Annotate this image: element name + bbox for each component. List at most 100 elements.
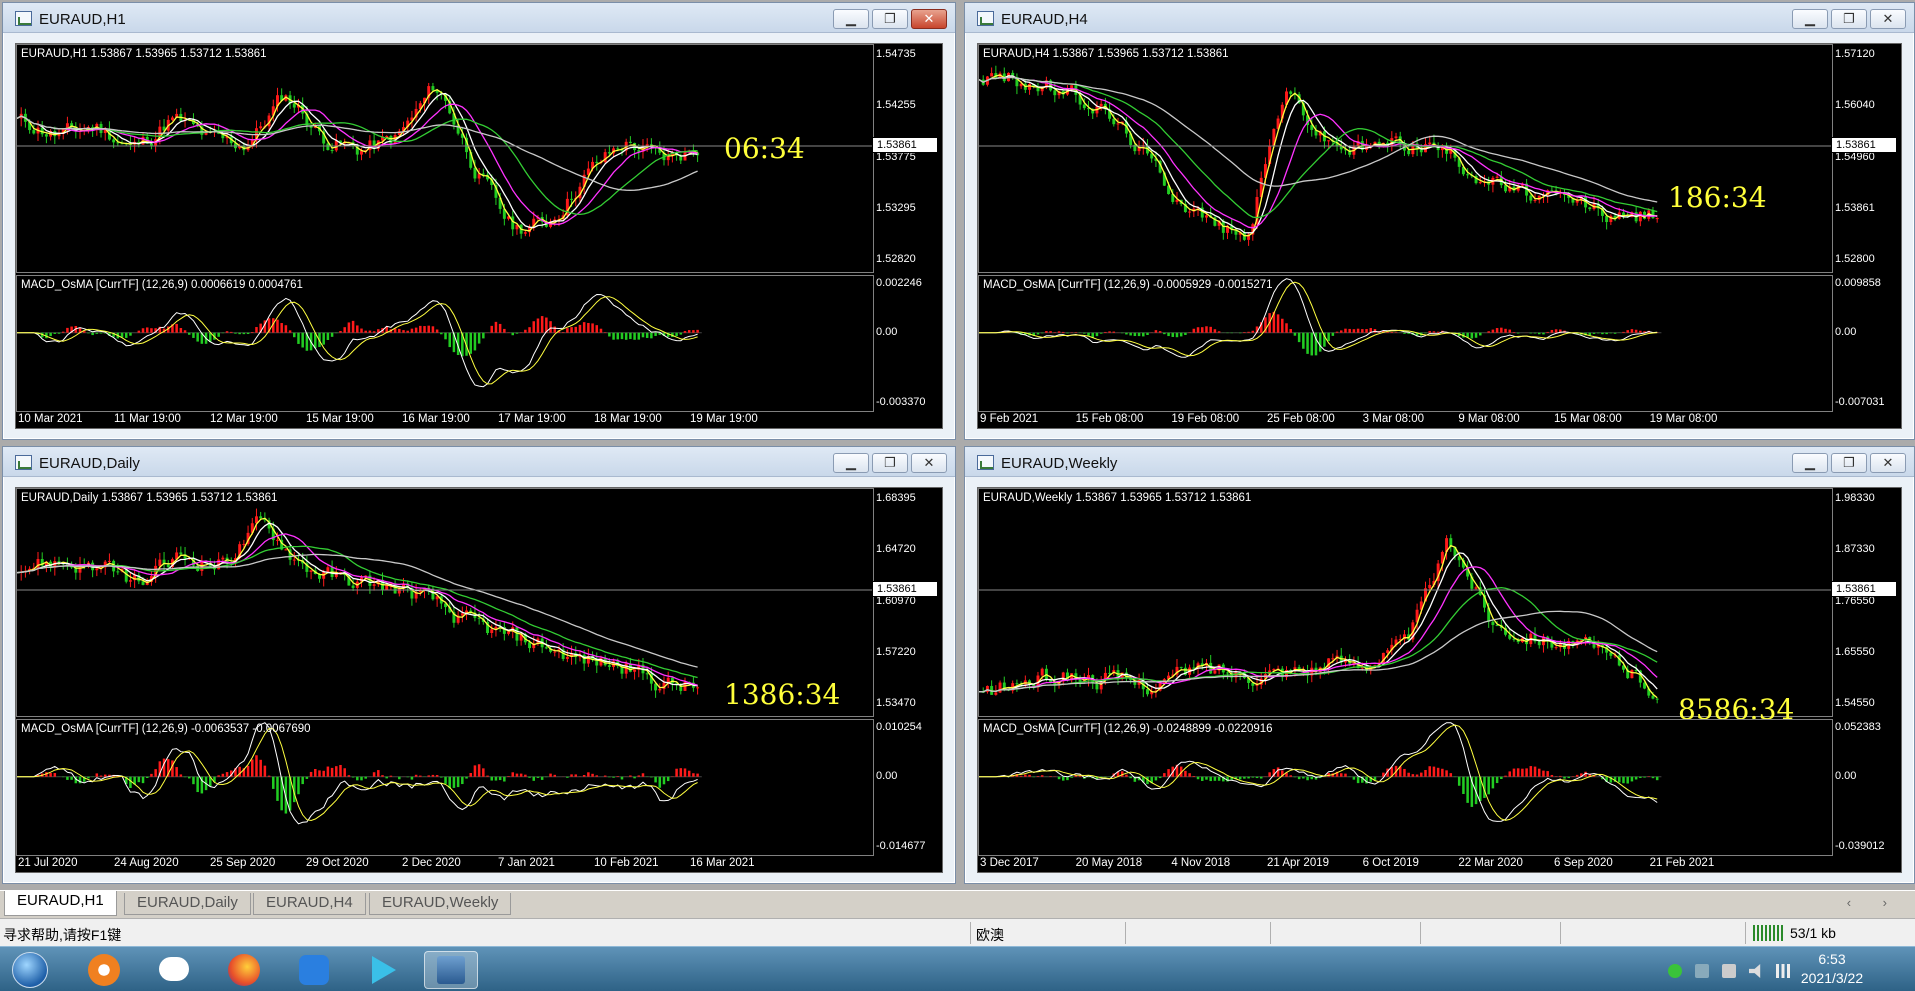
- tray-network-icon[interactable]: [1695, 964, 1709, 978]
- candle-body: [242, 543, 246, 545]
- price-tick-label: 1.52800: [1835, 253, 1875, 265]
- tab-euraud-h4[interactable]: EURAUD,H4: [253, 893, 366, 915]
- price-scale[interactable]: 1.68395 1.64720 1.60970 1.57220 1.53470 1.538…: [872, 488, 942, 717]
- price-scale[interactable]: 1.98330 1.87330 1.76550 1.65550 1.54550 1.538…: [1831, 488, 1901, 717]
- time-axis[interactable]: 3 Dec 2017 20 May 2018 4 Nov 2018 21 Apr 20…: [978, 854, 1833, 872]
- price-pane[interactable]: EURAUD,H4 1.53867 1.53965 1.53712 1.5386…: [978, 44, 1833, 273]
- macd-scale[interactable]: 0.009858 0.00 -0.007031: [1831, 275, 1901, 412]
- window-buttons: ▁ ❐ ✕: [833, 9, 947, 29]
- tray-wechat-icon[interactable]: [1668, 964, 1682, 978]
- wechat-icon[interactable]: [148, 951, 202, 989]
- window-title: EURAUD,Weekly: [1001, 455, 1118, 472]
- macd-scale[interactable]: 0.010254 0.00 -0.014677: [872, 719, 942, 856]
- time-axis[interactable]: 9 Feb 2021 15 Feb 08:00 19 Feb 08:00 25 Feb…: [978, 410, 1833, 428]
- minimize-button[interactable]: ▁: [1792, 453, 1828, 473]
- chart-window-daily[interactable]: EURAUD,Daily ▁ ❐ ✕ EURAUD,Daily 1.53867 1.53…: [2, 446, 956, 884]
- candle-body: [1651, 695, 1655, 699]
- price-tick-label: 1.87330: [1835, 543, 1875, 556]
- candle-body: [141, 581, 145, 585]
- close-button[interactable]: ✕: [1870, 9, 1906, 29]
- tab-euraud-daily[interactable]: EURAUD,Daily: [124, 893, 251, 915]
- candle-body: [1386, 650, 1390, 653]
- time-axis[interactable]: 21 Jul 2020 24 Aug 2020 25 Sep 2020 29 Oct …: [16, 854, 874, 872]
- candle-body: [309, 570, 313, 572]
- chart-window-h4[interactable]: EURAUD,H4 ▁ ❐ ✕ EURAUD,H4 1.53867 1.53965 1.…: [964, 2, 1915, 440]
- macd-pane[interactable]: MACD_OsMA [CurrTF] (12,26,9) -0.0005929 …: [978, 275, 1833, 412]
- minimize-button[interactable]: ▁: [833, 9, 869, 29]
- chart-window-weekly[interactable]: EURAUD,Weekly ▁ ❐ ✕ EURAUD,Weekly 1.53867 1.…: [964, 446, 1915, 884]
- trading-terminal-icon[interactable]: [424, 951, 478, 989]
- close-button[interactable]: ✕: [911, 453, 947, 473]
- moving-average-line: [17, 553, 698, 668]
- candle-body: [372, 584, 376, 586]
- time-tick-label: 29 Oct 2020: [306, 857, 369, 869]
- candle-body: [351, 585, 355, 588]
- media-player-icon[interactable]: [358, 951, 412, 989]
- window-title-bar[interactable]: EURAUD,H4 ▁ ❐ ✕: [965, 3, 1914, 33]
- restore-button[interactable]: ❐: [872, 9, 908, 29]
- restore-button[interactable]: ❐: [1831, 9, 1867, 29]
- chart-area[interactable]: EURAUD,H1 1.53867 1.53965 1.53712 1.5386…: [15, 43, 943, 429]
- close-button[interactable]: ✕: [911, 9, 947, 29]
- macd-pane[interactable]: MACD_OsMA [CurrTF] (12,26,9) 0.0006619 0…: [16, 275, 874, 412]
- candle-body: [1428, 142, 1432, 145]
- chart-window-icon: [977, 455, 994, 470]
- chart-window-h1[interactable]: EURAUD,H1 ▁ ❐ ✕ EURAUD,H1 1.53867 1.53965 1.…: [2, 2, 956, 440]
- restore-button[interactable]: ❐: [872, 453, 908, 473]
- candle-body: [1204, 215, 1208, 218]
- candle-body: [1655, 218, 1659, 220]
- macd-signal-line: [979, 281, 1658, 357]
- candle-body: [107, 560, 111, 562]
- candle-body: [1466, 174, 1470, 176]
- time-axis[interactable]: 10 Mar 2021 11 Mar 19:00 12 Mar 19:00 15 Ma…: [16, 410, 874, 428]
- price-scale[interactable]: 1.54735 1.54255 1.53775 1.53295 1.52820 1.538…: [872, 44, 942, 273]
- chart-area[interactable]: EURAUD,H4 1.53867 1.53965 1.53712 1.5386…: [977, 43, 1902, 429]
- window-title-bar[interactable]: EURAUD,H1 ▁ ❐ ✕: [3, 3, 955, 33]
- window-title-bar[interactable]: EURAUD,Daily ▁ ❐ ✕: [3, 447, 955, 477]
- candle-body: [1638, 211, 1642, 222]
- candle-body: [616, 148, 620, 150]
- candle-body: [511, 216, 515, 230]
- tab-euraud-weekly[interactable]: EURAUD,Weekly: [369, 893, 512, 915]
- close-button[interactable]: ✕: [1870, 453, 1906, 473]
- candle-body: [32, 130, 36, 134]
- tab-scroll-arrows[interactable]: ‹ ›: [1847, 895, 1901, 910]
- firefox-icon[interactable]: [218, 951, 272, 989]
- candle-body: [1491, 621, 1495, 626]
- candle-body: [1028, 83, 1032, 90]
- restore-button[interactable]: ❐: [1831, 453, 1867, 473]
- candle-body: [1504, 185, 1508, 192]
- taskbar-app-blue-icon[interactable]: [288, 951, 342, 989]
- candle-body: [595, 161, 599, 164]
- macd-scale[interactable]: 0.002246 0.00 -0.003370: [872, 275, 942, 412]
- macd-scale[interactable]: 0.052383 0.00 -0.039012: [1831, 719, 1901, 856]
- candle-body: [1495, 176, 1499, 178]
- minimize-button[interactable]: ▁: [1792, 9, 1828, 29]
- candle-body: [1360, 667, 1364, 669]
- chart-area[interactable]: EURAUD,Weekly 1.53867 1.53965 1.53712 1.…: [977, 487, 1902, 873]
- window-title: EURAUD,H4: [1001, 11, 1088, 28]
- candlestick-chart: [979, 534, 1832, 704]
- chart-area[interactable]: EURAUD,Daily 1.53867 1.53965 1.53712 1.5…: [15, 487, 943, 873]
- tab-euraud-h1[interactable]: EURAUD,H1: [4, 891, 117, 916]
- macd-pane[interactable]: MACD_OsMA [CurrTF] (12,26,9) -0.0248899 …: [978, 719, 1833, 856]
- window-title-bar[interactable]: EURAUD,Weekly ▁ ❐ ✕: [965, 447, 1914, 477]
- candle-body: [490, 629, 494, 633]
- price-scale[interactable]: 1.57120 1.56040 1.54960 1.53861 1.52800 1.538…: [1831, 44, 1901, 273]
- minimize-button[interactable]: ▁: [833, 453, 869, 473]
- taskbar-clock[interactable]: 6:53 2021/3/22: [1787, 950, 1877, 988]
- candle-body: [259, 126, 263, 129]
- candle-body: [645, 673, 649, 675]
- taskbar-app-orange-icon[interactable]: [78, 951, 132, 989]
- start-orb-icon[interactable]: [6, 951, 52, 989]
- candle-body: [607, 152, 611, 154]
- volume-icon[interactable]: [1749, 964, 1761, 978]
- macd-pane[interactable]: MACD_OsMA [CurrTF] (12,26,9) -0.0063537 …: [16, 719, 874, 856]
- candle-body: [670, 677, 674, 684]
- price-tick-label: 1.54255: [876, 99, 916, 112]
- candle-body: [1655, 698, 1659, 700]
- tray-device-icon[interactable]: [1722, 964, 1736, 978]
- price-pane[interactable]: EURAUD,Weekly 1.53867 1.53965 1.53712 1.…: [978, 488, 1833, 717]
- candle-body: [1407, 150, 1411, 155]
- candle-body: [1428, 584, 1432, 589]
